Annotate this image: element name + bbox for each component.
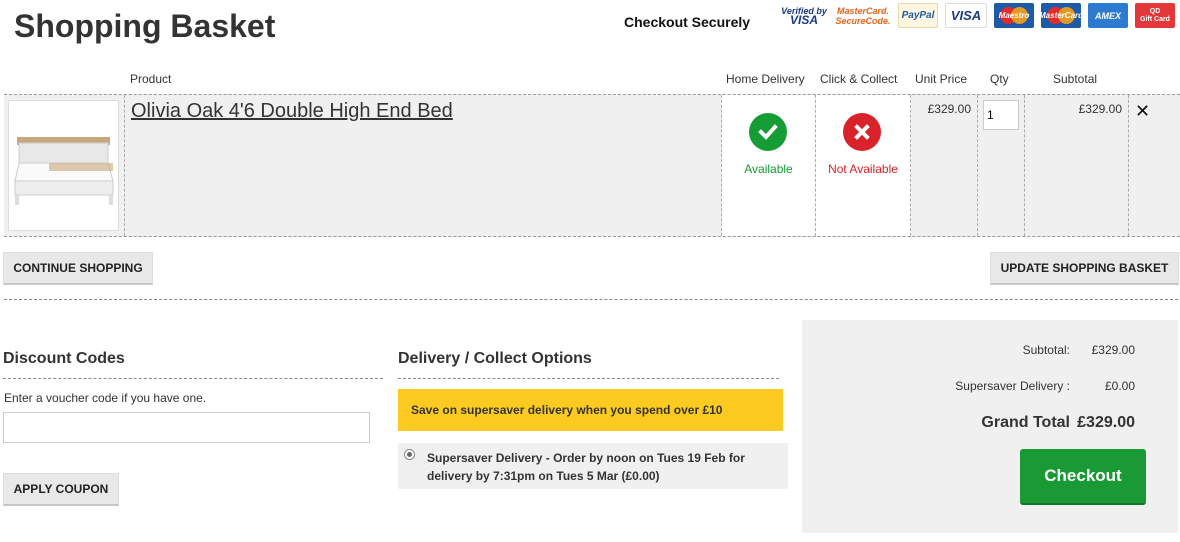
header-unit-price: Unit Price [915,72,968,86]
remove-item-icon[interactable]: ✕ [1135,101,1150,122]
qty-cell [978,95,1025,236]
delivery-cost-value: £0.00 [1104,379,1135,393]
line-subtotal: £329.00 [1078,102,1122,116]
discount-heading-rule [3,378,383,379]
checkout-button[interactable]: Checkout [1020,449,1146,505]
gift-card-icon: QD Gift Card [1135,3,1175,28]
delivery-option-label: Supersaver Delivery - Order by noon on T… [427,451,745,483]
basket-row: Olivia Oak 4'6 Double High End Bed Avail… [4,94,1180,237]
product-name-cell: Olivia Oak 4'6 Double High End Bed [125,95,722,236]
paypal-icon: PayPal [898,3,938,28]
supersaver-promo-banner: Save on supersaver delivery when you spe… [398,389,783,431]
home-delivery-cell: Available [722,95,816,236]
subtotal-value: £329.00 [1091,343,1135,357]
header-qty: Qty [990,72,1009,86]
continue-shopping-button[interactable]: CONTINUE SHOPPING [3,252,153,285]
bed-image [14,137,114,205]
page-title: Shopping Basket [14,8,276,44]
qty-input[interactable] [983,100,1019,130]
product-link[interactable]: Olivia Oak 4'6 Double High End Bed [131,100,453,123]
delivery-heading: Delivery / Collect Options [398,350,592,367]
product-image-cell [4,95,125,236]
voucher-label: Enter a voucher code if you have one. [4,391,207,405]
delivery-option-radio[interactable] [404,449,415,460]
maestro-icon: Maestro [994,3,1034,28]
click-collect-cell: Not Available [816,95,911,236]
product-thumbnail[interactable] [8,100,119,231]
verified-by-visa-icon: Verified by VISA [780,3,828,28]
unit-price: £329.00 [927,102,971,116]
subtotal-label: Subtotal: [1022,343,1070,357]
discount-heading: Discount Codes [3,350,125,367]
grand-total-label: Grand Total [981,414,1070,431]
delivery-heading-rule [398,378,779,379]
mastercard-icon: MasterCard [1041,3,1081,28]
voucher-input[interactable] [3,412,370,443]
checkout-securely-label: Checkout Securely [624,14,751,30]
unit-price-cell: £329.00 [911,95,978,236]
apply-coupon-button[interactable]: APPLY COUPON [3,473,119,506]
cross-circle-icon [843,113,881,151]
mastercard-securecode-icon: MasterCard. SecureCode. [835,3,891,28]
header-click-collect: Click & Collect [820,72,898,86]
delivery-cost-label: Supersaver Delivery : [955,379,1070,393]
section-divider [4,299,1178,300]
visa-icon: VISA [945,3,987,28]
home-delivery-status: Available [744,162,793,176]
payment-logos: Verified by VISA MasterCard. SecureCode.… [780,3,1175,28]
subtotal-cell: £329.00 [1025,95,1129,236]
grand-total-value: £329.00 [1077,414,1135,431]
amex-icon: AMEX [1088,3,1128,28]
order-summary: Subtotal: £329.00 Supersaver Delivery : … [802,320,1178,533]
header-subtotal: Subtotal [1053,72,1098,86]
delivery-option-supersaver[interactable]: Supersaver Delivery - Order by noon on T… [398,443,788,489]
click-collect-status: Not Available [828,162,898,176]
header-product: Product [130,72,172,86]
check-circle-icon [749,113,787,151]
header-home-delivery: Home Delivery [726,72,805,86]
update-basket-button[interactable]: UPDATE SHOPPING BASKET [990,252,1179,285]
